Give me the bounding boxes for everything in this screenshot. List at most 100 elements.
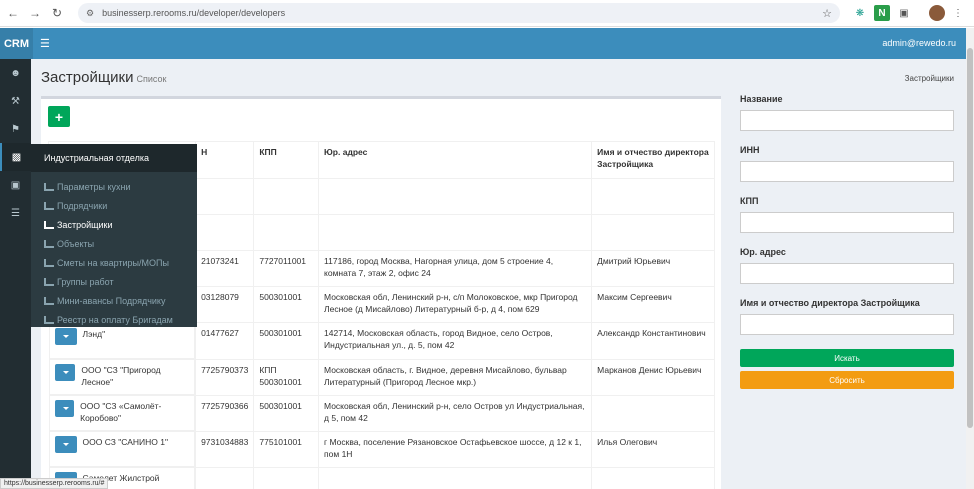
column-header-address[interactable]: Юр. адрес <box>318 141 593 179</box>
browser-toolbar: ← → ↻ ⚙ businesserp.rerooms.ru/developer… <box>0 0 974 27</box>
profile-avatar[interactable] <box>929 5 945 21</box>
cell-kpp <box>253 214 320 251</box>
cell-kpp: 500301001 <box>253 394 320 432</box>
forward-icon[interactable]: → <box>26 4 44 22</box>
flyout-title[interactable]: Индустриальная отделка <box>31 144 197 172</box>
page-scrollbar[interactable] <box>966 28 974 489</box>
address-bar[interactable]: ⚙ businesserp.rerooms.ru/developer/devel… <box>78 3 840 23</box>
cell-address <box>318 466 593 489</box>
cell-director-text: Илья Олегович <box>597 436 658 447</box>
table-row[interactable]: ООО "СЗ "Пригород Лесное" 7725790373 КПП 5… <box>48 358 715 396</box>
cell-director: Александр Константинович <box>591 322 715 360</box>
scrollbar-thumb[interactable] <box>967 48 973 428</box>
cell-kpp: 500301001 <box>253 286 320 323</box>
flyout-item-label: Застройщики <box>57 219 113 230</box>
chart-icon[interactable]: ▩ <box>0 143 31 171</box>
cell-name: ООО "СЗ "Пригород Лесное" <box>48 359 196 395</box>
chart-icon <box>44 201 54 210</box>
bookmark-star-icon[interactable]: ☆ <box>822 7 832 20</box>
row-actions-dropdown[interactable] <box>54 400 75 417</box>
cell-address-text: г Москва, поселение Рязановское Остафьев… <box>324 436 582 459</box>
browser-menu-icon[interactable]: ⋮ <box>950 5 966 21</box>
users-icon[interactable]: ☻ <box>0 59 31 87</box>
row-actions-dropdown[interactable] <box>54 364 76 381</box>
cell-director-text: Максим Сергеевич <box>597 292 672 302</box>
flyout-item-label: Сметы на квартиры/МОПы <box>57 257 169 268</box>
flyout-item[interactable]: Застройщики <box>31 215 197 234</box>
filter-name-input[interactable] <box>740 110 954 131</box>
flyout-item-label: Группы работ <box>57 276 114 287</box>
chart-icon <box>44 277 54 286</box>
brand-logo[interactable]: CRM <box>0 28 33 59</box>
cell-address-text: 117186, город Москва, Нагорная улица, до… <box>324 256 554 278</box>
extensions-puzzle-icon[interactable]: ▣ <box>896 5 912 21</box>
cell-address: Московская область, г. Видное, деревня М… <box>318 358 593 396</box>
reset-button[interactable]: Сбросить <box>740 371 954 389</box>
column-header-kpp[interactable]: КПП <box>253 141 320 179</box>
extension-n-icon[interactable]: N <box>874 5 890 21</box>
status-url: https://businesserp.rerooms.ru/# <box>0 478 109 489</box>
cell-inn: 7725790373 <box>195 358 255 396</box>
flyout-item-label: Параметры кухни <box>57 181 131 192</box>
chart-icon <box>44 182 54 191</box>
flyout-item[interactable]: Подрядчики <box>31 196 197 215</box>
archive-icon[interactable]: ▣ <box>0 171 31 199</box>
user-email[interactable]: admin@rewedo.ru <box>882 38 956 48</box>
add-developer-button[interactable]: + <box>48 106 70 127</box>
filter-inn-input[interactable] <box>740 161 954 182</box>
cell-kpp-text: 500301001 <box>259 292 302 302</box>
flyout-item-label: Объекты <box>57 238 95 249</box>
breadcrumb[interactable]: Застройщики <box>905 74 954 83</box>
filter-director-input[interactable] <box>740 314 954 335</box>
filter-address-input[interactable] <box>740 263 954 284</box>
address-url[interactable]: businesserp.rerooms.ru/developer/develop… <box>102 8 285 18</box>
row-actions-dropdown[interactable] <box>54 328 77 345</box>
table-row[interactable]: Самолет Жилстрой <box>48 466 715 489</box>
flyout-item[interactable]: Группы работ <box>31 272 197 291</box>
page-subtitle: Список <box>136 74 167 84</box>
cell-inn <box>195 466 255 489</box>
search-button[interactable]: Искать <box>740 349 954 367</box>
table-row[interactable]: ООО СЗ "САНИНО 1" 9731034883 775101001 г Мо… <box>48 430 715 468</box>
cell-kpp: 500301001 <box>253 322 320 360</box>
chart-icon <box>44 220 54 229</box>
site-info-icon[interactable]: ⚙ <box>86 8 94 19</box>
cell-address-text: Московская область, г. Видное, деревня М… <box>324 364 567 387</box>
reload-icon[interactable]: ↻ <box>48 4 66 22</box>
cell-name-text: Лэнд" <box>82 329 106 339</box>
table-row[interactable]: ООО "СЗ «Самолёт-Коробово" 7725790366 5003… <box>48 394 715 432</box>
menu-toggle-icon[interactable]: ☰ <box>40 37 50 50</box>
cell-inn-text: 7725790366 <box>201 400 249 411</box>
app-header: CRM ☰ admin@rewedo.ru <box>0 28 966 59</box>
list-icon[interactable]: ☰ <box>0 199 31 227</box>
cell-address <box>318 178 593 215</box>
filter-inn-label: ИНН <box>740 145 760 155</box>
flyout-item-label: Подрядчики <box>57 200 108 211</box>
cell-address-text: Московская обл, Ленинский р-н, село Остр… <box>324 400 585 423</box>
cell-director <box>591 178 715 215</box>
flyout-item[interactable]: Мини-авансы Подрядчику <box>31 291 197 310</box>
cell-kpp: 7727011001 <box>253 250 320 287</box>
filter-address-label: Юр. адрес <box>740 247 786 257</box>
cell-director-text: Александр Константинович <box>597 328 706 338</box>
cell-director-text: Марканов Денис Юрьевич <box>597 364 702 375</box>
tools-icon[interactable]: ⚑ <box>0 115 31 143</box>
extension-icon[interactable]: ❋ <box>852 5 868 21</box>
cell-inn: 03128079 <box>195 286 255 323</box>
cell-name-text: ООО "СЗ "Пригород Лесное" <box>81 365 161 387</box>
flyout-item[interactable]: Сметы на квартиры/МОПы <box>31 253 197 272</box>
cell-name: ООО СЗ "САНИНО 1" <box>48 431 196 467</box>
cell-director-text: Дмитрий Юрьевич <box>597 256 671 266</box>
flyout-item[interactable]: Реестр на оплату Бригадам <box>31 310 197 329</box>
flyout-item[interactable]: Параметры кухни <box>31 177 197 196</box>
back-icon[interactable]: ← <box>4 4 22 22</box>
cell-kpp-text: 500301001 <box>259 328 302 338</box>
filter-kpp-input[interactable] <box>740 212 954 233</box>
wrench-icon[interactable]: ⚒ <box>0 87 31 115</box>
flyout-item[interactable]: Объекты <box>31 234 197 253</box>
row-actions-dropdown[interactable] <box>54 436 77 453</box>
cell-kpp <box>253 466 320 489</box>
column-header-inn[interactable]: Н <box>195 141 255 179</box>
cell-inn: 7725790366 <box>195 394 255 432</box>
column-header-director[interactable]: Имя и отчество директора Застройщика <box>591 141 715 179</box>
